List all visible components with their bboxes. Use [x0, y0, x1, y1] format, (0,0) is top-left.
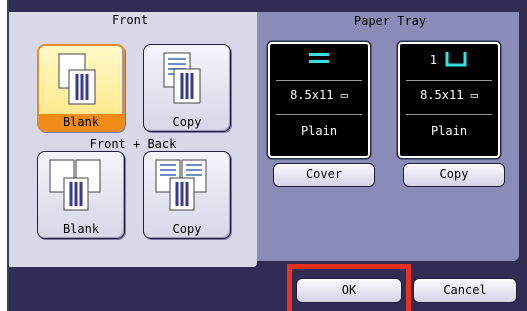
front-back-copy-label: Copy: [172, 222, 202, 236]
front-copy-label: Copy: [172, 115, 202, 129]
tray-size: 8.5x11 ▭: [420, 88, 478, 102]
front-back-copy-button[interactable]: Copy: [143, 151, 231, 239]
blank-page-icon: [58, 53, 96, 105]
front-copy-button[interactable]: Copy: [143, 44, 231, 132]
copy-page-icon: [163, 52, 201, 104]
orientation-icon: ▭: [470, 88, 478, 102]
tray-divider: [406, 114, 492, 115]
tray-divider: [276, 114, 362, 115]
front-back-section-label: Front + Back: [89, 137, 177, 151]
tray-cup-icon: 1: [406, 50, 492, 72]
tray-number: 1: [429, 53, 437, 67]
tray-paper-type: Plain: [300, 124, 338, 138]
cover-button[interactable]: Cover: [273, 163, 375, 187]
front-back-blank-button[interactable]: Blank: [37, 151, 125, 239]
front-back-blank-label: Blank: [62, 222, 100, 236]
tray-divider: [406, 80, 492, 81]
tray-card[interactable]: 8.5x11 ▭ Plain: [268, 42, 370, 158]
copy-tray-button[interactable]: Copy: [403, 163, 505, 187]
cancel-button[interactable]: Cancel: [413, 278, 517, 303]
paper-tray-section-label: Paper Tray: [353, 14, 427, 28]
front-blank-button[interactable]: Blank: [37, 44, 125, 132]
tray-lines-icon: [276, 50, 362, 72]
orientation-icon: ▭: [340, 88, 348, 102]
front-section-label: Front: [111, 13, 149, 27]
tray-divider: [276, 80, 362, 81]
screen-bezel: [0, 0, 9, 311]
copy-duplex-icon: [155, 159, 207, 211]
tray-size: 8.5x11 ▭: [290, 88, 348, 102]
blank-duplex-icon: [49, 159, 101, 211]
ok-highlight-frame: [287, 264, 411, 311]
tray-paper-type: Plain: [430, 124, 468, 138]
front-blank-label: Blank: [39, 114, 123, 130]
tray-card[interactable]: 1 8.5x11 ▭ Plain: [398, 42, 500, 158]
